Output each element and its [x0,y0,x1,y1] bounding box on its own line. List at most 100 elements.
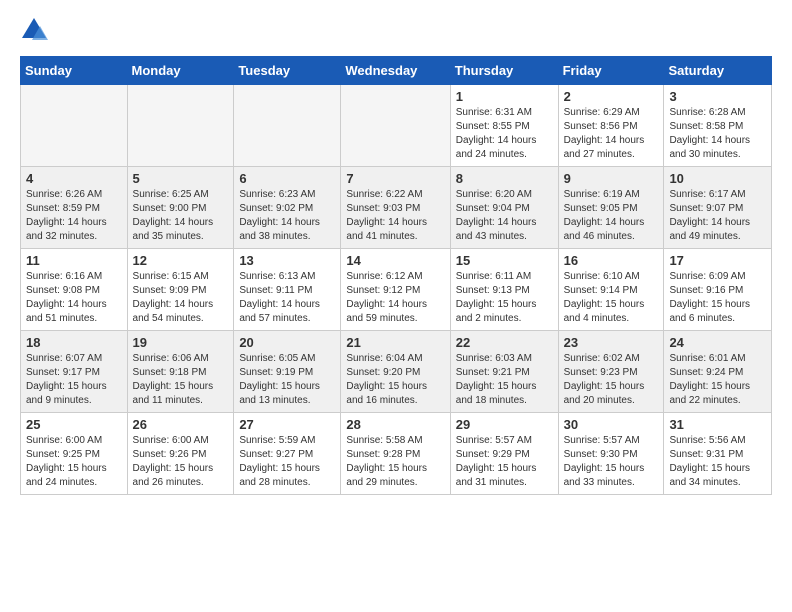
calendar-cell: 14 Sunrise: 6:12 AM Sunset: 9:12 PM Dayli… [341,249,450,331]
weekday-header-monday: Monday [127,57,234,85]
weekday-header-thursday: Thursday [450,57,558,85]
weekday-header-wednesday: Wednesday [341,57,450,85]
day-number: 16 [564,253,659,268]
calendar-cell [234,85,341,167]
weekday-header-row: SundayMondayTuesdayWednesdayThursdayFrid… [21,57,772,85]
calendar-cell: 31 Sunrise: 5:56 AM Sunset: 9:31 PM Dayli… [664,413,772,495]
calendar-cell: 30 Sunrise: 5:57 AM Sunset: 9:30 PM Dayli… [558,413,664,495]
weekday-header-saturday: Saturday [664,57,772,85]
day-number: 23 [564,335,659,350]
calendar-cell: 11 Sunrise: 6:16 AM Sunset: 9:08 PM Dayli… [21,249,128,331]
calendar-cell: 16 Sunrise: 6:10 AM Sunset: 9:14 PM Dayli… [558,249,664,331]
weekday-header-tuesday: Tuesday [234,57,341,85]
calendar-cell: 18 Sunrise: 6:07 AM Sunset: 9:17 PM Dayli… [21,331,128,413]
header [20,16,772,44]
calendar-cell: 4 Sunrise: 6:26 AM Sunset: 8:59 PM Daylig… [21,167,128,249]
day-info: Sunrise: 6:00 AM Sunset: 9:25 PM Dayligh… [26,434,122,490]
day-info: Sunrise: 5:59 AM Sunset: 9:27 PM Dayligh… [239,434,335,490]
calendar-cell: 10Sunrise: 6:17 AM Sunset: 9:07 PM Dayli… [664,167,772,249]
day-number: 25 [26,417,122,432]
calendar-cell: 7 Sunrise: 6:22 AM Sunset: 9:03 PM Daylig… [341,167,450,249]
day-number: 24 [669,335,766,350]
day-info: Sunrise: 5:58 AM Sunset: 9:28 PM Dayligh… [346,434,444,490]
day-number: 18 [26,335,122,350]
calendar-cell: 25 Sunrise: 6:00 AM Sunset: 9:25 PM Dayli… [21,413,128,495]
day-info: Sunrise: 6:00 AM Sunset: 9:26 PM Dayligh… [133,434,229,490]
day-info: Sunrise: 6:20 AM Sunset: 9:04 PM Dayligh… [456,188,553,244]
day-info: Sunrise: 5:57 AM Sunset: 9:30 PM Dayligh… [564,434,659,490]
day-info: Sunrise: 6:10 AM Sunset: 9:14 PM Dayligh… [564,270,659,326]
calendar-cell: 28Sunrise: 5:58 AM Sunset: 9:28 PM Dayli… [341,413,450,495]
calendar-cell: 1 Sunrise: 6:31 AM Sunset: 8:55 PM Daylig… [450,85,558,167]
page: SundayMondayTuesdayWednesdayThursdayFrid… [0,0,792,511]
day-info: Sunrise: 6:28 AM Sunset: 8:58 PM Dayligh… [669,106,766,162]
day-number: 11 [26,253,122,268]
calendar-cell: 17Sunrise: 6:09 AM Sunset: 9:16 PM Dayli… [664,249,772,331]
calendar-cell: 19Sunrise: 6:06 AM Sunset: 9:18 PM Dayli… [127,331,234,413]
day-number: 7 [346,171,444,186]
calendar-cell [127,85,234,167]
calendar-cell: 2 Sunrise: 6:29 AM Sunset: 8:56 PM Daylig… [558,85,664,167]
day-info: Sunrise: 6:07 AM Sunset: 9:17 PM Dayligh… [26,352,122,408]
day-number: 26 [133,417,229,432]
day-number: 8 [456,171,553,186]
calendar-cell: 5Sunrise: 6:25 AM Sunset: 9:00 PM Daylig… [127,167,234,249]
day-number: 31 [669,417,766,432]
calendar-cell: 20Sunrise: 6:05 AM Sunset: 9:19 PM Dayli… [234,331,341,413]
calendar-cell [21,85,128,167]
calendar-cell: 24 Sunrise: 6:01 AM Sunset: 9:24 PM Dayli… [664,331,772,413]
week-row-4: 18 Sunrise: 6:07 AM Sunset: 9:17 PM Dayli… [21,331,772,413]
day-info: Sunrise: 5:57 AM Sunset: 9:29 PM Dayligh… [456,434,553,490]
day-number: 27 [239,417,335,432]
day-number: 19 [133,335,229,350]
calendar-cell: 15 Sunrise: 6:11 AM Sunset: 9:13 PM Dayli… [450,249,558,331]
week-row-3: 11 Sunrise: 6:16 AM Sunset: 9:08 PM Dayli… [21,249,772,331]
calendar-cell: 22Sunrise: 6:03 AM Sunset: 9:21 PM Dayli… [450,331,558,413]
day-info: Sunrise: 5:56 AM Sunset: 9:31 PM Dayligh… [669,434,766,490]
calendar-cell: 13 Sunrise: 6:13 AM Sunset: 9:11 PM Dayli… [234,249,341,331]
day-info: Sunrise: 6:26 AM Sunset: 8:59 PM Dayligh… [26,188,122,244]
day-number: 20 [239,335,335,350]
day-number: 30 [564,417,659,432]
calendar-cell: 27 Sunrise: 5:59 AM Sunset: 9:27 PM Dayli… [234,413,341,495]
day-number: 29 [456,417,553,432]
calendar-cell: 26 Sunrise: 6:00 AM Sunset: 9:26 PM Dayli… [127,413,234,495]
weekday-header-friday: Friday [558,57,664,85]
week-row-5: 25 Sunrise: 6:00 AM Sunset: 9:25 PM Dayli… [21,413,772,495]
day-info: Sunrise: 6:11 AM Sunset: 9:13 PM Dayligh… [456,270,553,326]
day-info: Sunrise: 6:01 AM Sunset: 9:24 PM Dayligh… [669,352,766,408]
weekday-header-sunday: Sunday [21,57,128,85]
day-number: 15 [456,253,553,268]
day-number: 4 [26,171,122,186]
day-info: Sunrise: 6:29 AM Sunset: 8:56 PM Dayligh… [564,106,659,162]
calendar: SundayMondayTuesdayWednesdayThursdayFrid… [20,56,772,495]
day-info: Sunrise: 6:22 AM Sunset: 9:03 PM Dayligh… [346,188,444,244]
day-info: Sunrise: 6:23 AM Sunset: 9:02 PM Dayligh… [239,188,335,244]
day-number: 12 [133,253,229,268]
day-info: Sunrise: 6:25 AM Sunset: 9:00 PM Dayligh… [133,188,229,244]
calendar-cell [341,85,450,167]
day-number: 6 [239,171,335,186]
week-row-2: 4 Sunrise: 6:26 AM Sunset: 8:59 PM Daylig… [21,167,772,249]
calendar-cell: 21 Sunrise: 6:04 AM Sunset: 9:20 PM Dayli… [341,331,450,413]
day-info: Sunrise: 6:16 AM Sunset: 9:08 PM Dayligh… [26,270,122,326]
calendar-cell: 9Sunrise: 6:19 AM Sunset: 9:05 PM Daylig… [558,167,664,249]
day-info: Sunrise: 6:04 AM Sunset: 9:20 PM Dayligh… [346,352,444,408]
day-info: Sunrise: 6:02 AM Sunset: 9:23 PM Dayligh… [564,352,659,408]
day-info: Sunrise: 6:15 AM Sunset: 9:09 PM Dayligh… [133,270,229,326]
calendar-cell: 3 Sunrise: 6:28 AM Sunset: 8:58 PM Daylig… [664,85,772,167]
day-number: 13 [239,253,335,268]
logo [20,16,50,44]
day-number: 21 [346,335,444,350]
day-number: 2 [564,89,659,104]
day-info: Sunrise: 6:13 AM Sunset: 9:11 PM Dayligh… [239,270,335,326]
day-number: 14 [346,253,444,268]
day-number: 17 [669,253,766,268]
day-info: Sunrise: 6:12 AM Sunset: 9:12 PM Dayligh… [346,270,444,326]
calendar-cell: 23 Sunrise: 6:02 AM Sunset: 9:23 PM Dayli… [558,331,664,413]
day-number: 1 [456,89,553,104]
day-number: 3 [669,89,766,104]
week-row-1: 1 Sunrise: 6:31 AM Sunset: 8:55 PM Daylig… [21,85,772,167]
day-info: Sunrise: 6:31 AM Sunset: 8:55 PM Dayligh… [456,106,553,162]
day-number: 22 [456,335,553,350]
